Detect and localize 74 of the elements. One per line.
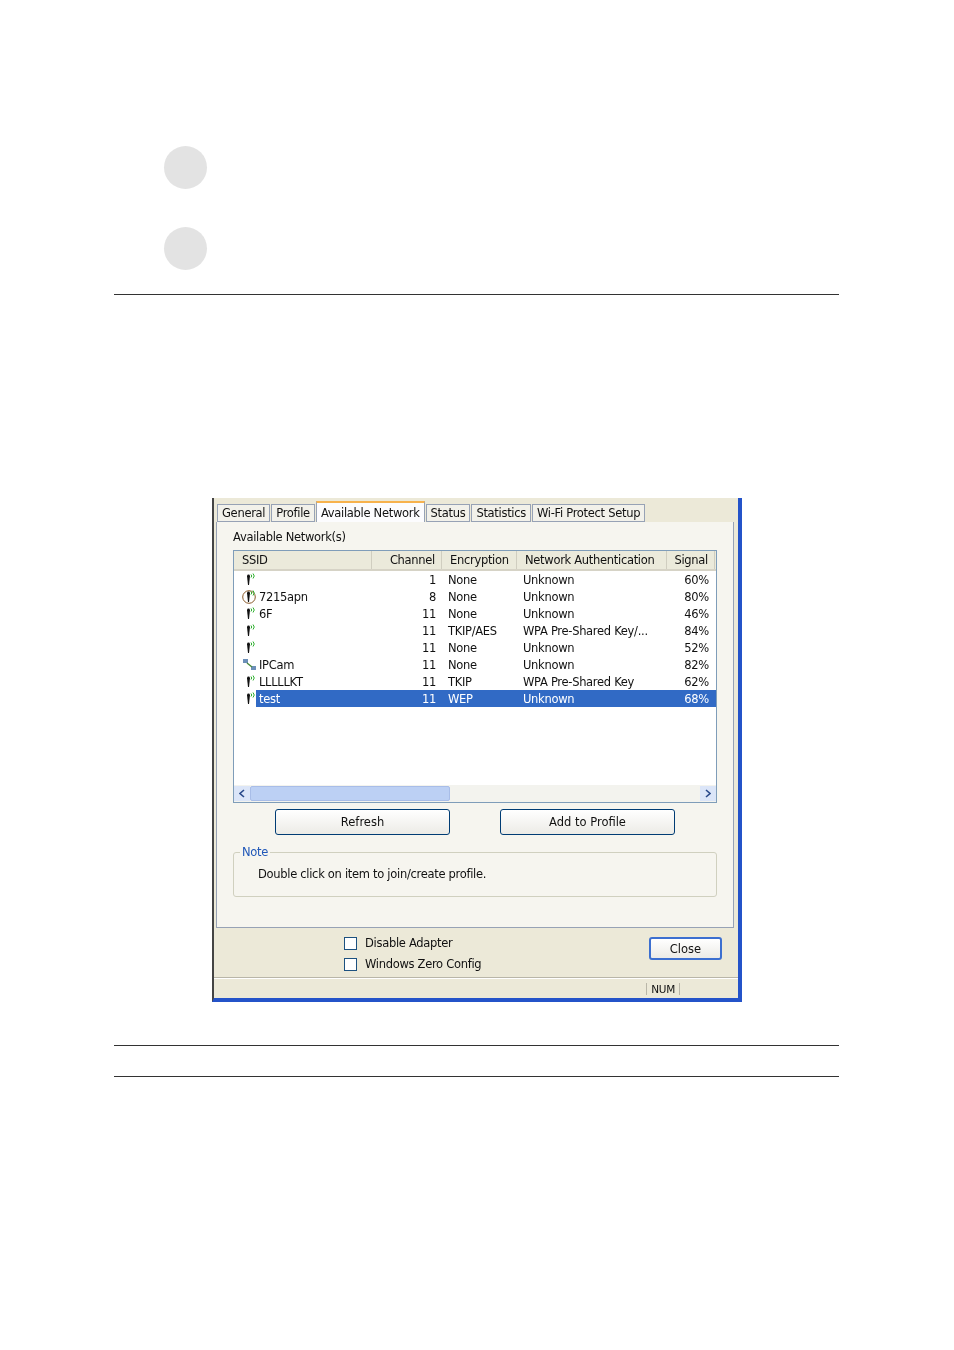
column-header[interactable]: Channel	[372, 551, 442, 569]
table-cell-text: 11	[420, 606, 437, 621]
table-cell-text: 8	[427, 589, 437, 604]
table-cell-text: Unknown	[522, 691, 576, 706]
table-cell-text: 82%	[683, 657, 710, 672]
table-cell-text: 11	[420, 640, 437, 655]
column-header[interactable]: SSID	[234, 551, 372, 569]
table-cell-text: Unknown	[522, 589, 576, 604]
tab[interactable]: Available Network	[315, 501, 425, 522]
table-cell-text: 62%	[683, 674, 710, 689]
chevron-right-icon[interactable]	[705, 789, 711, 798]
table-cell-text: 52%	[683, 640, 710, 655]
network-row[interactable]: 6F 11 None Unknown 46%	[234, 605, 716, 622]
network-row[interactable]: 11 TKIP/AES WPA Pre-Shared Key/... 84%	[234, 622, 716, 639]
circled-antenna-icon	[242, 589, 258, 604]
table-cell-text: None	[447, 640, 478, 655]
network-row[interactable]: 1 None Unknown 60%	[234, 571, 716, 588]
bullet-circle	[164, 146, 207, 189]
table-cell-text: None	[447, 657, 478, 672]
tab[interactable]: Profile	[271, 504, 315, 522]
checkbox-label: Windows Zero Config	[365, 957, 482, 971]
horizontal-scrollbar[interactable]	[234, 785, 716, 802]
table-cell-text: 11	[420, 674, 437, 689]
adhoc-network-icon	[242, 657, 258, 672]
table-cell-text: Unknown	[522, 657, 576, 672]
table-cell-text: 60%	[683, 572, 710, 587]
column-header[interactable]: Encryption	[442, 551, 517, 569]
network-row[interactable]: 11 None Unknown 52%	[234, 639, 716, 656]
tab[interactable]: Statistics	[471, 504, 531, 522]
bullet-circle	[164, 227, 207, 270]
table-cell-text: TKIP	[447, 674, 473, 689]
table-cell-text: 46%	[683, 606, 710, 621]
table-cell: 6F	[259, 606, 273, 621]
table-cell-text: 11	[420, 657, 437, 672]
checkbox[interactable]	[344, 957, 357, 971]
tab[interactable]: Status	[425, 504, 471, 522]
table-cell: LLLLLKT	[259, 674, 303, 689]
status-indicator: NUM	[646, 982, 680, 995]
table-cell-text: WPA Pre-Shared Key/...	[522, 623, 649, 638]
table-cell-text: 11	[420, 623, 437, 638]
table-cell-text: None	[447, 606, 478, 621]
table-cell-text: 68%	[683, 691, 710, 706]
table-cell-text: WPA Pre-Shared Key	[522, 674, 636, 689]
table-cell-text: 84%	[683, 623, 710, 638]
table-cell-text: None	[447, 572, 478, 587]
network-row[interactable]: LLLLLKT 11 TKIP WPA Pre-Shared Key 62%	[234, 673, 716, 690]
tab[interactable]: General	[217, 504, 271, 522]
column-header[interactable]: Network Authentication	[517, 551, 667, 569]
table-cell-text: WEP	[447, 691, 474, 706]
table-cell-text: 11	[420, 691, 437, 706]
chevron-left-icon[interactable]	[239, 789, 245, 798]
table-cell: 7215apn	[259, 589, 308, 604]
section-title: Available Network(s)	[233, 530, 347, 546]
table-cell-text: 80%	[683, 589, 710, 604]
action-button[interactable]: Add to Profile	[500, 809, 675, 835]
checkbox-label: Disable Adapter	[365, 936, 453, 950]
network-row[interactable]: 7215apn 8 None Unknown 80%	[234, 588, 716, 605]
table-cell-text: Unknown	[522, 640, 576, 655]
note-text: Double click on item to join/create profile.	[258, 867, 488, 881]
scroll-thumb[interactable]	[250, 786, 450, 801]
table-cell-text: None	[447, 589, 478, 604]
table-cell: test	[259, 691, 280, 706]
action-button[interactable]: Refresh	[275, 809, 450, 835]
close-button[interactable]: Close	[649, 937, 722, 960]
table-cell-text: Unknown	[522, 606, 576, 621]
checkbox[interactable]	[344, 936, 357, 950]
table-cell-text: Unknown	[522, 572, 576, 587]
table-cell-text: 1	[427, 572, 437, 587]
network-row[interactable]: IPCam 11 None Unknown 82%	[234, 656, 716, 673]
table-cell: IPCam	[259, 657, 295, 672]
table-cell-text: TKIP/AES	[447, 623, 498, 638]
tab[interactable]: Wi-Fi Protect Setup	[531, 504, 646, 522]
column-header[interactable]: Signal	[667, 551, 715, 569]
group-title: Note	[241, 845, 270, 859]
